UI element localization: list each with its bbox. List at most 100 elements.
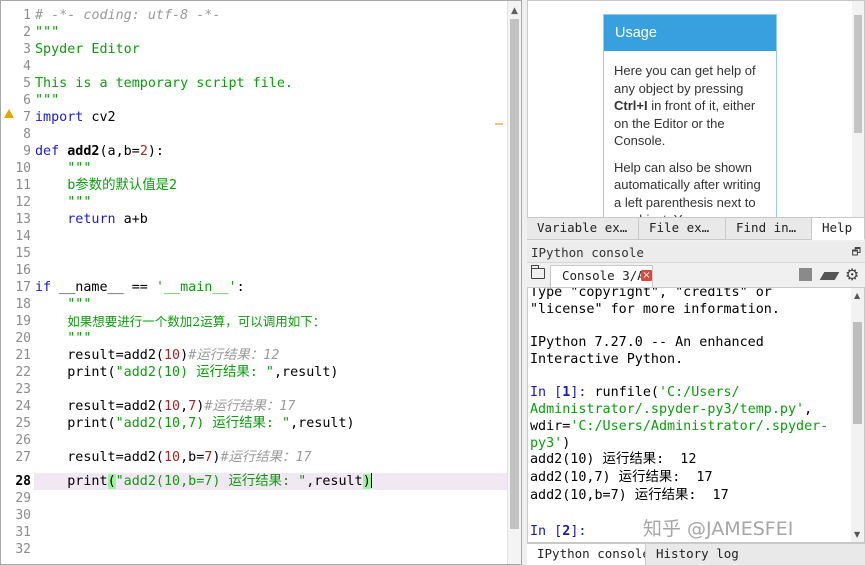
scroll-up-icon[interactable]: ▲ xyxy=(854,291,860,300)
number-text: 10 xyxy=(164,348,181,363)
string-text: "add2(10,7) 运行结果: " xyxy=(115,416,291,431)
code-line: """ xyxy=(35,24,507,41)
console-output-line: add2(10) 运行结果: 12 xyxy=(530,452,697,467)
warning-icon[interactable] xyxy=(4,109,14,118)
prompt-text: In [ xyxy=(530,524,563,539)
line-number: 11 xyxy=(15,178,31,193)
line-number: 17 xyxy=(15,280,31,295)
keyword-text: return xyxy=(67,212,116,227)
string-text: b参数的默认值是2 xyxy=(67,178,178,193)
code-line: """ xyxy=(35,330,507,347)
console-line: Type "copyright", "credits" or xyxy=(530,287,772,300)
code-area[interactable]: # -*- coding: utf-8 -*- """ Spyder Edito… xyxy=(34,1,519,564)
tab-file-explorer[interactable]: File ex… xyxy=(639,218,726,240)
line-number: 26 xyxy=(15,433,31,448)
code-text: ,result xyxy=(306,474,363,489)
line-number: 30 xyxy=(15,508,31,523)
undock-icon[interactable]: 🗗 xyxy=(852,242,861,263)
stop-icon[interactable] xyxy=(799,268,812,281)
line-number: 23 xyxy=(15,382,31,397)
string-text: """ xyxy=(67,297,92,312)
editor-scrollbar[interactable]: ▲ xyxy=(507,1,521,564)
code-editor[interactable]: 1 2 3 4 5 6 7 8 9 10 11 12 13 14 15 16 1… xyxy=(0,0,522,565)
eraser-icon[interactable] xyxy=(819,272,840,280)
code-line: Spyder Editor xyxy=(35,41,507,58)
code-text: (a,b= xyxy=(99,144,140,159)
tab-find-in-files[interactable]: Find in… xyxy=(726,218,812,240)
gear-icon[interactable]: ⚙ xyxy=(845,265,859,284)
tab-help[interactable]: Help xyxy=(812,218,865,240)
scrollbar-thumb[interactable] xyxy=(510,19,519,529)
watermark-text: 知乎 @JAMESFEI xyxy=(643,518,794,540)
string-text: Spyder Editor xyxy=(35,42,140,57)
line-number: 21 xyxy=(15,348,31,363)
string-text: Administrator/.spyder-py3/temp.py' xyxy=(530,402,805,417)
code-text: ) xyxy=(180,348,189,363)
folder-icon[interactable] xyxy=(531,265,545,279)
tab-console[interactable]: Console 3/A × xyxy=(550,265,653,287)
string-text: """ xyxy=(35,93,60,108)
line-number: 6 xyxy=(23,93,31,108)
code-text: print xyxy=(67,474,108,489)
code-text: __name__ == xyxy=(51,280,156,295)
console-output[interactable]: Type "copyright", "credits" or "license"… xyxy=(527,287,865,543)
console-output-line: add2(10,7) 运行结果: 17 xyxy=(530,470,713,485)
code-text: result=add2( xyxy=(67,450,164,465)
tab-label: Console 3/A xyxy=(562,268,645,283)
code-line-current[interactable]: print("add2(10,b=7) 运行结果: ",result) xyxy=(34,473,519,490)
line-number: 25 xyxy=(15,416,31,431)
string-text: """ xyxy=(67,195,92,210)
line-number-gutter: 1 2 3 4 5 6 7 8 9 10 11 12 13 14 15 16 1… xyxy=(1,1,33,564)
line-number: 19 xyxy=(15,314,31,329)
code-line: """ xyxy=(35,160,507,177)
code-line: 如果想要进行一个数加2运算，可以调用如下： xyxy=(35,313,507,330)
keyword-text: if xyxy=(35,280,52,295)
line-number-current: 28 xyxy=(15,474,31,489)
ipython-pane-title: IPython console 🗗 xyxy=(527,242,865,263)
string-text: """ xyxy=(35,25,60,40)
prompt-text: In [ xyxy=(530,385,563,400)
code-text: , xyxy=(180,399,189,414)
string-text: 'C:/Users/ xyxy=(659,385,740,400)
code-line: print("add2(10) 运行结果: ",result) xyxy=(35,364,507,381)
console-scrollbar[interactable]: ▲ ▼ xyxy=(851,288,864,542)
matched-bracket: ) xyxy=(362,474,371,489)
keyword-text: import xyxy=(35,110,84,125)
scrollbar-thumb[interactable] xyxy=(853,322,862,424)
console-line: Administrator/.spyder-py3/temp.py', xyxy=(530,402,850,419)
code-line: result=add2(10,7)#运行结果：17 xyxy=(35,398,507,415)
prompt-text: ]: xyxy=(570,385,595,400)
function-name: add2 xyxy=(67,144,100,159)
code-text: ,result) xyxy=(274,365,339,380)
help-pane: Usage Here you can get help of any objec… xyxy=(527,0,865,218)
code-line: def add2(a,b=2): xyxy=(35,143,507,160)
console-toolbar: Console 3/A × ⚙ xyxy=(527,263,865,287)
command-text: runfile( xyxy=(594,385,660,400)
tab-ipython-console[interactable]: IPython console xyxy=(527,544,646,565)
line-number: 13 xyxy=(15,212,31,227)
tab-history-log[interactable]: History log xyxy=(646,544,746,565)
line-number: 15 xyxy=(15,246,31,261)
code-text: ,result) xyxy=(290,416,355,431)
top-pane-tabs: Variable ex… File ex… Find in… Help xyxy=(527,218,865,240)
scroll-up-icon[interactable]: ▲ xyxy=(511,6,518,16)
code-line: b参数的默认值是2 xyxy=(35,177,507,194)
console-line: Interactive Python. xyxy=(530,352,684,367)
line-number: 32 xyxy=(15,542,31,557)
scroll-down-icon[interactable]: ▼ xyxy=(854,530,860,539)
comment-text: #运行结果：12 xyxy=(188,348,280,363)
close-icon[interactable]: × xyxy=(641,270,652,281)
code-line: print("add2(10,7) 运行结果: ",result) xyxy=(35,415,507,432)
code-text: a+b xyxy=(115,212,148,227)
command-text: wdir= xyxy=(530,419,571,434)
string-text: 'C:/Users/Administrator/.spyder- xyxy=(570,419,829,434)
comment-text: # -*- coding: utf-8 -*- xyxy=(35,8,221,23)
text-cursor xyxy=(370,473,372,488)
tab-variable-explorer[interactable]: Variable ex… xyxy=(527,218,639,240)
line-number: 5 xyxy=(23,76,31,91)
line-number: 1 xyxy=(23,8,31,23)
scrollbar-thumb[interactable] xyxy=(854,15,862,133)
string-text: "add2(10) 运行结果: " xyxy=(115,365,274,380)
help-scrollbar[interactable] xyxy=(852,1,864,217)
line-number: 29 xyxy=(15,491,31,506)
